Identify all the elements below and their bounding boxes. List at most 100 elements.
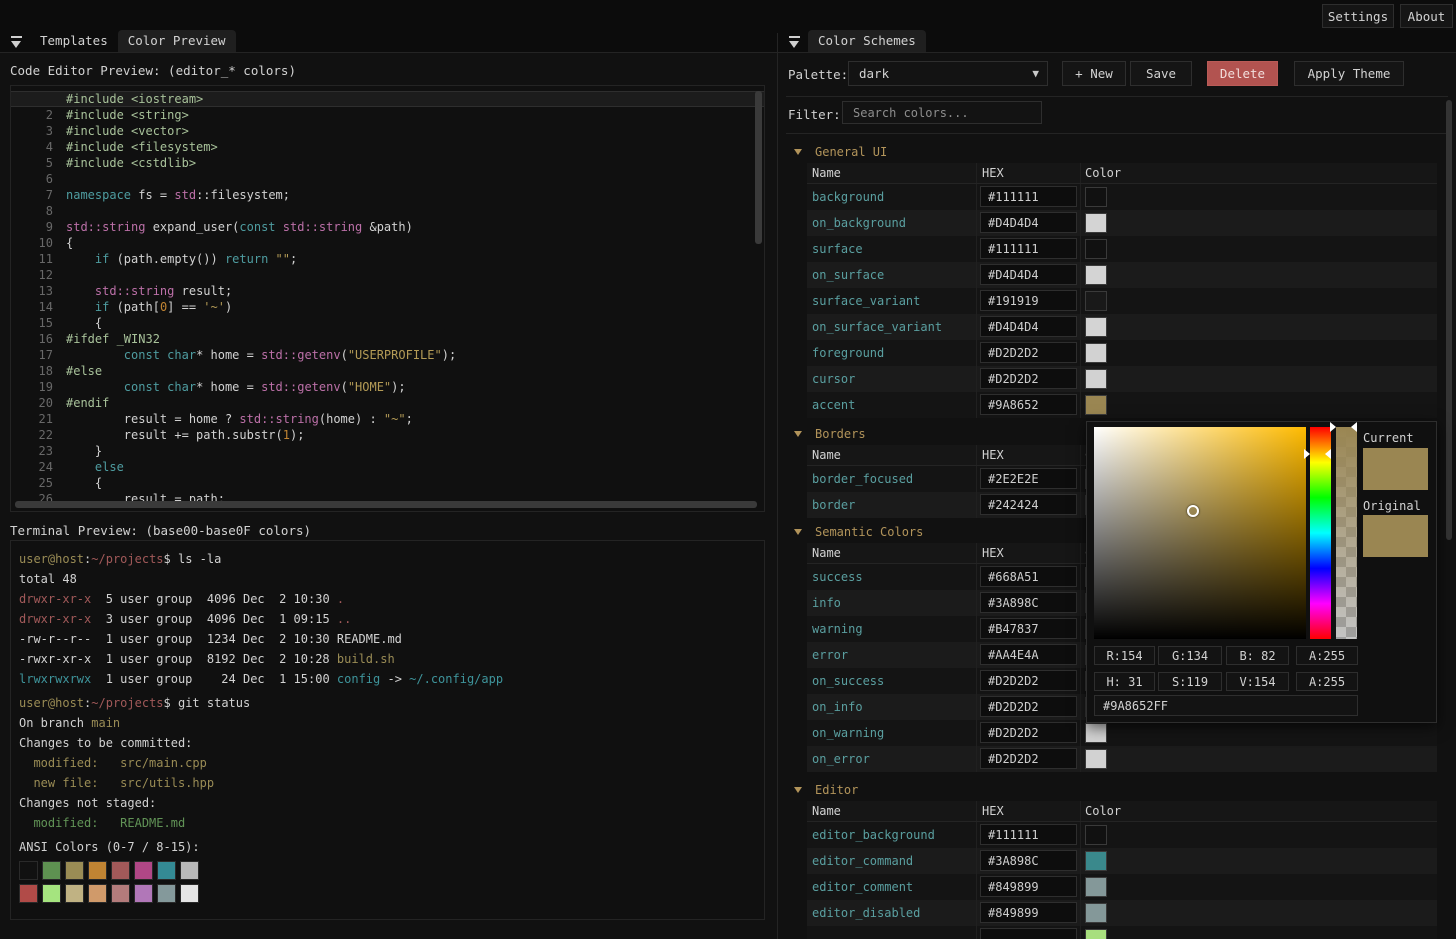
code-text: { — [66, 315, 102, 331]
hex-input[interactable] — [980, 696, 1077, 717]
hex-input[interactable] — [980, 566, 1077, 587]
hex-input[interactable] — [980, 748, 1077, 769]
color-swatch[interactable] — [1085, 877, 1107, 897]
section-header[interactable]: General UI — [786, 141, 1437, 163]
hex-input[interactable] — [980, 290, 1077, 311]
palette-dropdown[interactable]: dark ▼ — [848, 61, 1048, 86]
hex-input[interactable] — [980, 902, 1077, 923]
terminal-token: total 48 — [19, 572, 77, 586]
hex-input[interactable] — [980, 644, 1077, 665]
hex-value-input[interactable] — [1094, 695, 1358, 716]
color-swatch[interactable] — [1085, 851, 1107, 871]
blue-field[interactable]: B: 82 — [1226, 646, 1289, 665]
save-button[interactable]: Save — [1130, 61, 1192, 86]
code-token — [66, 300, 95, 314]
current-color-swatch — [1363, 448, 1428, 490]
color-name: on_surface — [807, 262, 977, 288]
hex-input[interactable] — [980, 494, 1077, 515]
hex-input[interactable] — [980, 368, 1077, 389]
table-header-row: NameHEXColor — [807, 801, 1437, 822]
tab-templates[interactable]: Templates — [30, 30, 118, 52]
hex-cell — [977, 466, 1081, 492]
hex-input[interactable] — [980, 342, 1077, 363]
hex-input[interactable] — [980, 850, 1077, 871]
tab-color-preview[interactable]: Color Preview — [118, 30, 236, 52]
color-swatch[interactable] — [1085, 291, 1107, 311]
original-color-swatch[interactable] — [1363, 515, 1428, 557]
hex-input[interactable] — [980, 876, 1077, 897]
color-swatch[interactable] — [1085, 825, 1107, 845]
hex-input[interactable] — [980, 468, 1077, 489]
code-token: std::getenv — [261, 348, 340, 362]
chevron-down-icon: ▼ — [1032, 67, 1039, 80]
ansi-color-swatch — [157, 861, 176, 880]
about-button[interactable]: About — [1400, 4, 1453, 28]
section-header[interactable]: Editor — [786, 779, 1437, 801]
color-swatch[interactable] — [1085, 903, 1107, 923]
code-token: 1 — [283, 428, 290, 442]
table-row: foreground — [807, 340, 1437, 366]
sv-cursor[interactable] — [1187, 505, 1199, 517]
hex-input[interactable] — [980, 264, 1077, 285]
tab-bar-divider — [0, 52, 777, 53]
color-swatch[interactable] — [1085, 369, 1107, 389]
color-swatch[interactable] — [1085, 239, 1107, 259]
search-input[interactable] — [842, 101, 1042, 124]
hex-input[interactable] — [980, 592, 1077, 613]
code-vertical-scrollbar[interactable] — [755, 91, 762, 244]
ansi-color-swatch — [134, 884, 153, 903]
color-swatch[interactable] — [1085, 265, 1107, 285]
color-swatch[interactable] — [1085, 213, 1107, 233]
value-field[interactable]: V:154 — [1226, 672, 1289, 691]
settings-button[interactable]: Settings — [1322, 4, 1394, 28]
alpha-field[interactable]: A:255 — [1296, 646, 1358, 665]
hex-input[interactable] — [980, 316, 1077, 337]
collapse-panel-icon[interactable] — [10, 35, 24, 49]
tab-color-schemes[interactable]: Color Schemes — [808, 30, 926, 52]
hex-input[interactable] — [980, 212, 1077, 233]
color-swatch[interactable] — [1085, 929, 1107, 939]
hex-input[interactable] — [980, 238, 1077, 259]
terminal-token: ANSI Colors (0-7 / 8-15): — [19, 840, 200, 854]
hex-input[interactable] — [980, 618, 1077, 639]
code-line: 3#include <vector> — [11, 123, 764, 139]
color-swatch[interactable] — [1085, 187, 1107, 207]
saturation-value-area[interactable] — [1094, 427, 1306, 639]
collapse-schemes-icon[interactable] — [788, 35, 802, 49]
red-field[interactable]: R:154 — [1094, 646, 1155, 665]
color-swatch[interactable] — [1085, 343, 1107, 363]
color-name: info — [807, 590, 977, 616]
hex-cell — [977, 184, 1081, 210]
line-number: 13 — [11, 283, 53, 299]
hex-input[interactable] — [980, 670, 1077, 691]
hex-input[interactable] — [980, 928, 1077, 939]
alpha-field-hsv[interactable]: A:255 — [1296, 672, 1358, 691]
line-number: 10 — [11, 235, 53, 251]
color-swatch[interactable] — [1085, 749, 1107, 769]
green-field[interactable]: G:134 — [1158, 646, 1222, 665]
color-name: on_error — [807, 746, 977, 772]
hex-input[interactable] — [980, 394, 1077, 415]
line-number: 20 — [11, 395, 53, 411]
color-name: cursor — [807, 366, 977, 392]
hue-field[interactable]: H: 31 — [1094, 672, 1155, 691]
code-horizontal-scrollbar[interactable] — [15, 501, 757, 508]
hex-input[interactable] — [980, 186, 1077, 207]
color-swatch[interactable] — [1085, 395, 1107, 415]
terminal-line: -rwxr-xr-x 1 user group 8192 Dec 2 10:28… — [11, 649, 764, 669]
apply-theme-button[interactable]: Apply Theme — [1294, 61, 1404, 86]
hex-input[interactable] — [980, 824, 1077, 845]
code-token: ); — [391, 380, 405, 394]
saturation-field[interactable]: S:119 — [1158, 672, 1222, 691]
ansi-color-swatch — [65, 861, 84, 880]
code-token: std::string — [239, 412, 318, 426]
alpha-slider[interactable] — [1336, 427, 1357, 639]
new-palette-button[interactable]: + New — [1062, 61, 1126, 86]
delete-button[interactable]: Delete — [1207, 61, 1278, 86]
right-panel-scrollbar[interactable] — [1446, 100, 1452, 540]
color-swatch[interactable] — [1085, 317, 1107, 337]
color-cell — [1081, 720, 1437, 746]
code-line: 25 { — [11, 475, 764, 491]
color-swatch[interactable] — [1085, 723, 1107, 743]
hex-input[interactable] — [980, 722, 1077, 743]
